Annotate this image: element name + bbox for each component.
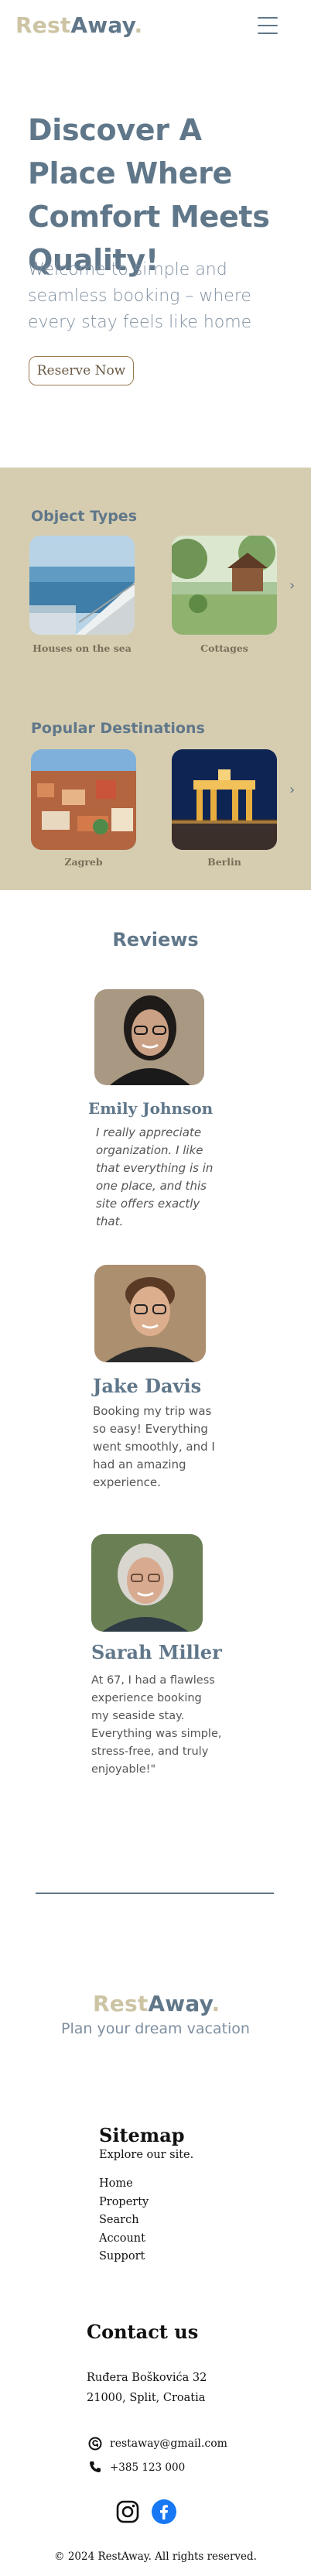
footer-link-home[interactable]: Home [99,2175,149,2194]
contact-email[interactable]: restaway@gmail.com [110,2437,227,2450]
object-type-label: Houses on the sea [32,642,132,654]
reviews-heading: Reviews [112,929,199,951]
menu-icon[interactable] [258,17,278,36]
object-type-label: Cottages [200,642,248,654]
review-text: At 67, I had a flawless experience booki… [91,1674,222,1776]
logo-dot: . [134,12,143,38]
sea-house-image [29,536,135,635]
footer-link-account[interactable]: Account [99,2230,149,2249]
page: RestAway. Discover A Place Where Comfort… [0,0,311,2576]
instagram-icon[interactable] [116,2500,139,2523]
site-logo[interactable]: RestAway. [15,12,142,38]
destination-card-berlin[interactable] [172,749,277,850]
logo-away: Away [148,1991,212,2016]
object-type-card-sea-houses[interactable] [29,536,135,635]
sitemap-subtitle: Explore our site. [99,2149,194,2161]
object-type-card-cottages[interactable] [172,536,277,635]
reviewer-name: Jake Davis [93,1375,202,1397]
logo-rest: Rest [15,12,71,38]
destination-card-zagreb[interactable] [31,749,136,850]
sitemap-links: Home Property Search Account Support [99,2175,149,2266]
footer-link-support[interactable]: Support [99,2248,149,2266]
reviewer-avatar-sarah [91,1534,203,1632]
address-line-1: Ruđera Boškovića 32 [87,2372,207,2384]
reserve-now-button[interactable]: Reserve Now [29,356,134,385]
hero-subtitle: Welcome to simple and seamless booking –… [28,260,252,332]
footer-tagline: Plan your dream vacation [61,2020,250,2037]
phone-icon [88,2460,102,2474]
cottage-image [172,536,277,635]
reviewer-avatar-emily [94,989,204,1085]
logo-away: Away [70,12,135,38]
review-text: Booking my trip was so easy! Everything … [93,1404,215,1489]
sitemap-heading: Sitemap [99,2124,185,2146]
chevron-right-icon[interactable]: › [289,782,295,798]
logo-rest: Rest [93,1991,149,2016]
footer-link-property[interactable]: Property [99,2194,149,2212]
logo-dot: . [211,1991,220,2016]
destination-label: Zagreb [64,856,103,868]
review-text: I really appreciate organization. I like… [96,1125,214,1228]
contact-heading: Contact us [87,2321,199,2343]
berlin-image [172,749,277,850]
contact-phone[interactable]: +385 123 000 [110,2461,185,2474]
footer-logo[interactable]: RestAway. [93,1991,220,2016]
chevron-right-icon[interactable]: › [289,577,295,594]
popular-destinations-heading: Popular Destinations [31,720,205,737]
destination-label: Berlin [207,856,241,868]
reviewer-name: Sarah Miller [91,1641,222,1663]
address-line-2: 21000, Split, Croatia [87,2392,206,2404]
email-icon [88,2437,102,2451]
reviewer-avatar-jake [94,1265,206,1362]
reviewer-name: Emily Johnson [88,1099,214,1118]
copyright: © 2024 RestAway. All rights reserved. [54,2550,257,2563]
hero-title: Discover A Place Where Comfort Meets Qua… [28,113,270,277]
zagreb-image [31,749,136,850]
footer-link-search[interactable]: Search [99,2211,149,2230]
object-types-heading: Object Types [31,508,137,525]
footer-divider [36,1893,274,1894]
facebook-icon[interactable] [152,2499,176,2524]
